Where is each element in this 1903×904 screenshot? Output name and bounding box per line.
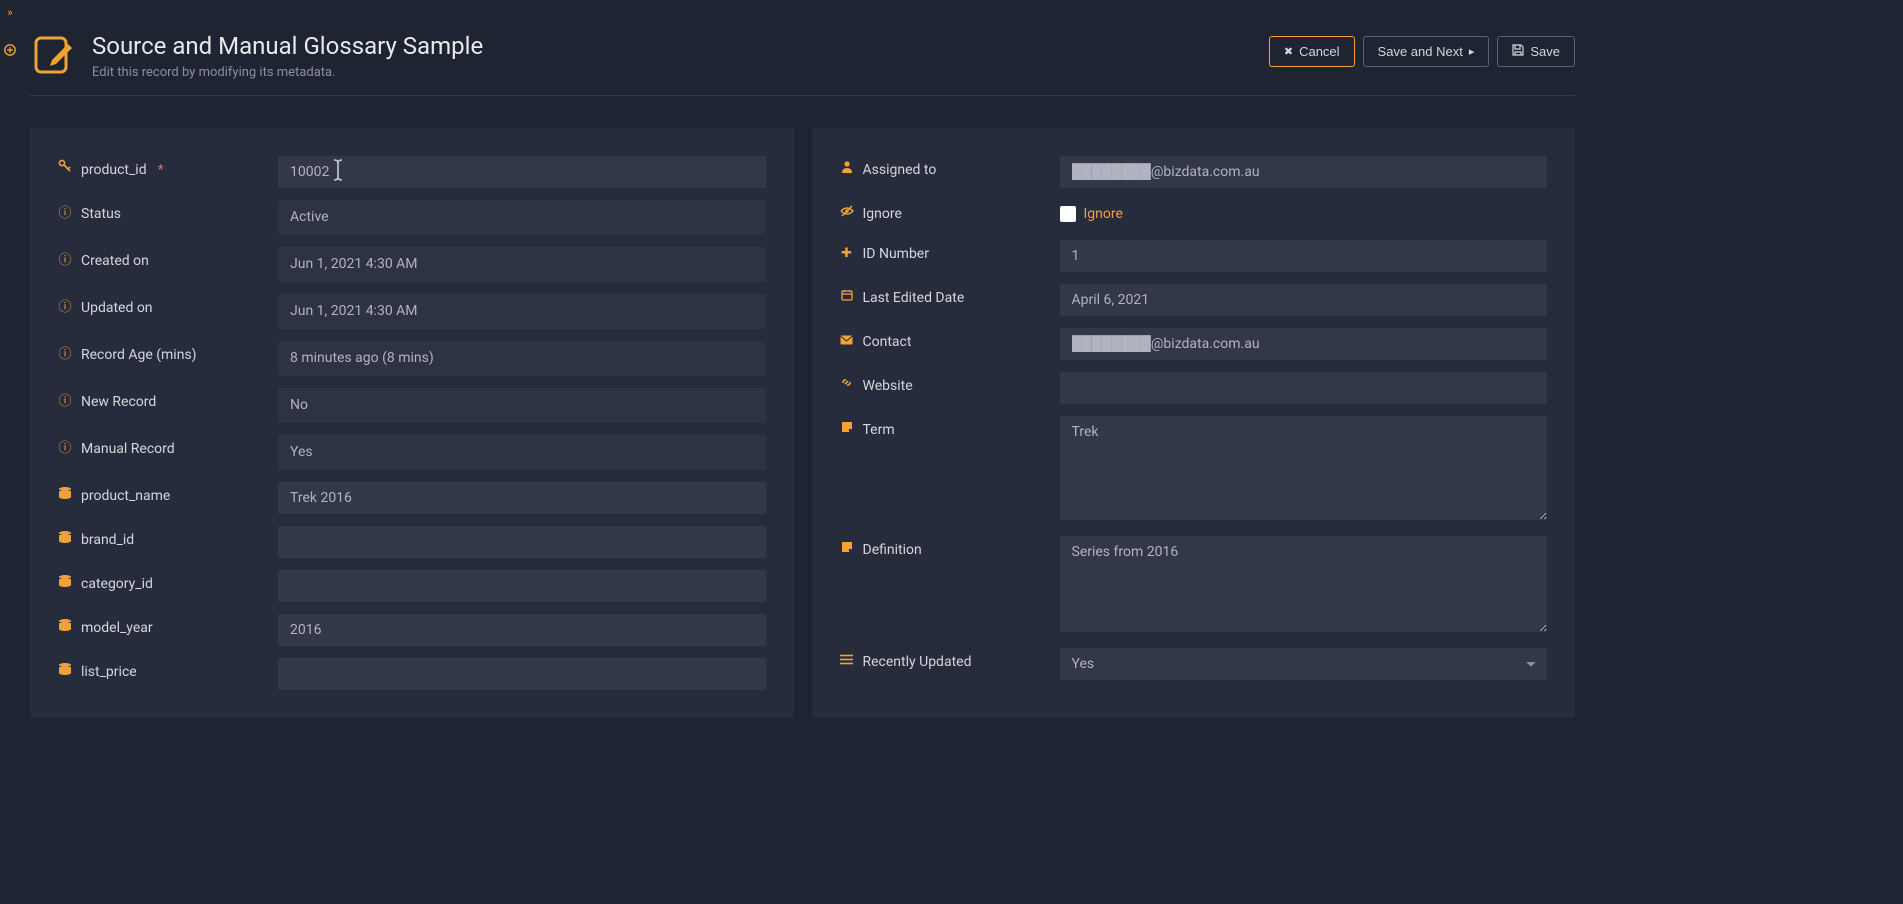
label-product-name: product_name bbox=[58, 482, 278, 510]
product-name-input[interactable] bbox=[278, 482, 766, 514]
status-value: Active bbox=[278, 200, 766, 235]
label-last-edited: Last Edited Date bbox=[840, 284, 1060, 312]
info-icon: ⓘ bbox=[58, 341, 72, 369]
label-created-on: ⓘ Created on bbox=[58, 247, 278, 275]
label-id-number: ✚ ID Number bbox=[840, 240, 1060, 268]
cancel-button[interactable]: ✖ Cancel bbox=[1269, 36, 1355, 67]
info-icon: ⓘ bbox=[58, 200, 72, 228]
key-icon bbox=[58, 156, 72, 184]
calendar-icon bbox=[840, 284, 854, 312]
expand-sidebar-button[interactable]: » bbox=[2, 6, 18, 22]
label-manual-record: ⓘ Manual Record bbox=[58, 435, 278, 463]
chevron-right-icon: ▸ bbox=[1469, 45, 1475, 58]
label-list-price: list_price bbox=[58, 658, 278, 686]
label-model-year: model_year bbox=[58, 614, 278, 642]
label-new-record: ⓘ New Record bbox=[58, 388, 278, 416]
label-term: Term bbox=[840, 416, 1060, 444]
info-icon: ⓘ bbox=[58, 435, 72, 463]
user-icon bbox=[840, 156, 854, 184]
ignore-checkbox[interactable] bbox=[1060, 206, 1076, 222]
label-category-id: category_id bbox=[58, 570, 278, 598]
model-year-input[interactable] bbox=[278, 614, 766, 646]
ignore-checkbox-label: Ignore bbox=[1084, 200, 1123, 228]
label-updated-on: ⓘ Updated on bbox=[58, 294, 278, 322]
product-id-input[interactable] bbox=[278, 156, 766, 188]
recently-updated-select[interactable]: Yes bbox=[1060, 648, 1548, 680]
edit-page-icon bbox=[30, 30, 78, 78]
left-panel: product_id * ⓘ Status Active bbox=[30, 128, 794, 718]
database-icon bbox=[58, 526, 72, 554]
page-header: Source and Manual Glossary Sample Edit t… bbox=[30, 10, 1575, 96]
info-icon: ⓘ bbox=[58, 247, 72, 275]
save-button[interactable]: Save bbox=[1497, 36, 1575, 67]
envelope-icon bbox=[840, 328, 854, 356]
required-marker: * bbox=[158, 156, 164, 184]
page-title: Source and Manual Glossary Sample bbox=[92, 32, 483, 61]
info-icon: ⓘ bbox=[58, 388, 72, 416]
contact-input[interactable] bbox=[1060, 328, 1548, 360]
definition-textarea[interactable] bbox=[1060, 536, 1548, 632]
category-id-input[interactable] bbox=[278, 570, 766, 602]
save-button-label: Save bbox=[1530, 44, 1560, 59]
list-icon bbox=[840, 648, 854, 676]
record-age-value: 8 minutes ago (8 mins) bbox=[278, 341, 766, 376]
website-input[interactable] bbox=[1060, 372, 1548, 404]
label-recently-updated: Recently Updated bbox=[840, 648, 1060, 676]
save-next-button[interactable]: Save and Next ▸ bbox=[1363, 36, 1490, 67]
id-number-input[interactable] bbox=[1060, 240, 1548, 272]
sticky-note-icon bbox=[840, 416, 854, 444]
list-price-input[interactable] bbox=[278, 658, 766, 690]
add-record-button[interactable] bbox=[2, 44, 18, 60]
sidebar-rail: » bbox=[0, 0, 20, 904]
label-product-id: product_id * bbox=[58, 156, 278, 184]
label-record-age: ⓘ Record Age (mins) bbox=[58, 341, 278, 369]
cancel-button-label: Cancel bbox=[1299, 44, 1339, 59]
close-icon: ✖ bbox=[1284, 45, 1293, 58]
term-textarea[interactable] bbox=[1060, 416, 1548, 520]
manual-record-value: Yes bbox=[278, 435, 766, 470]
assigned-to-input[interactable] bbox=[1060, 156, 1548, 188]
label-definition: Definition bbox=[840, 536, 1060, 564]
label-assigned-to: Assigned to bbox=[840, 156, 1060, 184]
database-icon bbox=[58, 482, 72, 510]
label-ignore: Ignore bbox=[840, 200, 1060, 228]
label-contact: Contact bbox=[840, 328, 1060, 356]
label-status: ⓘ Status bbox=[58, 200, 278, 228]
brand-id-input[interactable] bbox=[278, 526, 766, 558]
database-icon bbox=[58, 658, 72, 686]
save-disk-icon bbox=[1512, 44, 1524, 59]
database-icon bbox=[58, 614, 72, 642]
link-icon bbox=[840, 372, 854, 400]
info-icon: ⓘ bbox=[58, 294, 72, 322]
label-website: Website bbox=[840, 372, 1060, 400]
updated-on-value: Jun 1, 2021 4:30 AM bbox=[278, 294, 766, 329]
created-on-value: Jun 1, 2021 4:30 AM bbox=[278, 247, 766, 282]
save-next-button-label: Save and Next bbox=[1378, 44, 1463, 59]
plus-circle-icon bbox=[4, 44, 16, 56]
page-subtitle: Edit this record by modifying its metada… bbox=[92, 65, 483, 80]
label-brand-id: brand_id bbox=[58, 526, 278, 554]
last-edited-input[interactable] bbox=[1060, 284, 1548, 316]
eye-slash-icon bbox=[840, 200, 854, 228]
sticky-note-icon bbox=[840, 536, 854, 564]
new-record-value: No bbox=[278, 388, 766, 423]
right-panel: Assigned to Ignore Ignore bbox=[812, 128, 1576, 718]
database-icon bbox=[58, 570, 72, 598]
plus-icon: ✚ bbox=[840, 240, 854, 268]
